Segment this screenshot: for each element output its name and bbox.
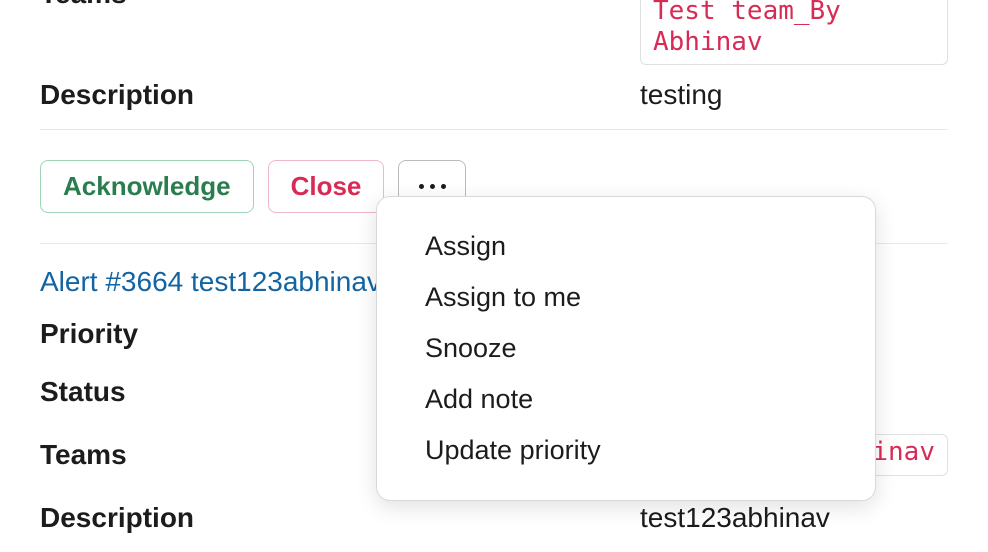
field-label-teams-top: Teams [40,0,640,14]
menu-item-snooze[interactable]: Snooze [377,323,875,374]
team-chip-top: Test team_By Abhinav [640,0,948,65]
field-label-description-top: Description [40,79,640,111]
field-value-description: test123abhinav [640,502,830,534]
menu-item-assign[interactable]: Assign [377,221,875,272]
field-value-description-top: testing [640,79,723,111]
acknowledge-button[interactable]: Acknowledge [40,160,254,213]
field-label-description: Description [40,502,640,534]
menu-item-update-priority[interactable]: Update priority [377,425,875,476]
more-actions-menu: Assign Assign to me Snooze Add note Upda… [376,196,876,501]
close-button[interactable]: Close [268,160,385,213]
ellipsis-icon [419,184,446,189]
menu-item-assign-to-me[interactable]: Assign to me [377,272,875,323]
menu-item-add-note[interactable]: Add note [377,374,875,425]
